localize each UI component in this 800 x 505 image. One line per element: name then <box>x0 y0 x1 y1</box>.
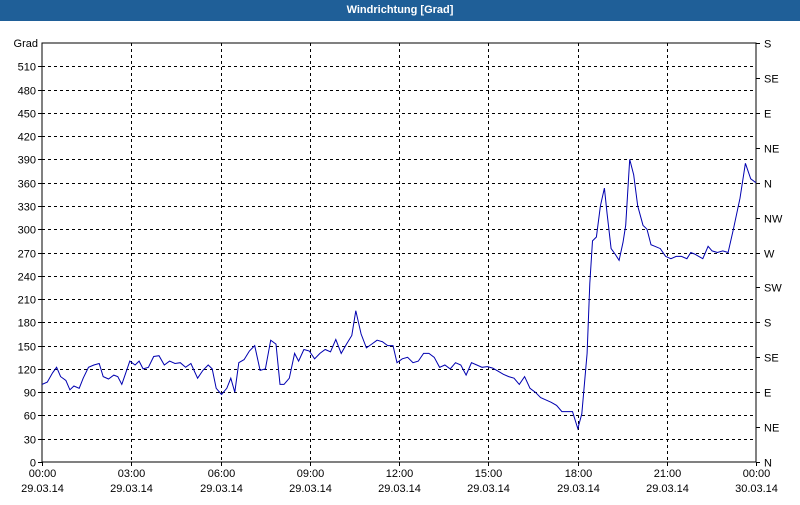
right-tick-label: SE <box>764 353 779 365</box>
x-tick-date: 30.03.14 <box>735 483 778 495</box>
right-tick-label: E <box>764 109 771 121</box>
chart-window: Windrichtung [Grad] 0 30 60 90 120 150 180 210 2… <box>0 0 800 500</box>
x-tick-date: 29.03.14 <box>289 483 332 495</box>
y-tick-label: 210 <box>18 295 36 307</box>
y-tick-label: 270 <box>18 249 36 261</box>
y-tick-label: 300 <box>18 225 36 237</box>
x-tick-time: 09:00 <box>297 468 325 480</box>
y-tick-label: 90 <box>24 388 36 400</box>
x-tick-time: 15:00 <box>475 468 503 480</box>
y-tick-label: 180 <box>18 318 36 330</box>
right-tick-label: SE <box>764 74 779 86</box>
x-tick-time: 00:00 <box>29 468 57 480</box>
right-tick-label: SW <box>764 283 782 295</box>
x-tick-time: 06:00 <box>208 468 236 480</box>
x-tick-time: 21:00 <box>654 468 682 480</box>
y-tick-label: 360 <box>18 179 36 191</box>
x-tick-date: 29.03.14 <box>646 483 689 495</box>
x-tick-date: 29.03.14 <box>110 483 153 495</box>
y-tick-label: 480 <box>18 86 36 98</box>
wind-direction-chart: 0306090120150180210240270300330360390420… <box>14 38 783 495</box>
x-tick-time: 03:00 <box>118 468 146 480</box>
y-tick-label: 30 <box>24 435 36 447</box>
right-tick-label: S <box>764 39 771 51</box>
right-tick-label: NE <box>764 144 779 156</box>
y-tick-label: 240 <box>18 272 36 284</box>
y-tick-label: 120 <box>18 365 36 377</box>
x-tick-time: 12:00 <box>386 468 414 480</box>
x-tick-date: 29.03.14 <box>557 483 600 495</box>
y-axis-label: Grad <box>14 38 38 50</box>
x-tick-time: 18:00 <box>565 468 593 480</box>
x-tick-time: 00:00 <box>743 468 771 480</box>
right-tick-label: E <box>764 388 771 400</box>
y-tick-label: 390 <box>18 155 36 167</box>
right-tick-label: S <box>764 318 771 330</box>
x-tick-date: 29.03.14 <box>21 483 64 495</box>
right-tick-label: N <box>764 179 772 191</box>
y-tick-label: 510 <box>18 62 36 74</box>
right-tick-label: NW <box>764 214 783 226</box>
window-title: Windrichtung [Grad] <box>0 0 800 21</box>
x-tick-date: 29.03.14 <box>467 483 510 495</box>
right-tick-label: W <box>764 249 775 261</box>
y-tick-label: 330 <box>18 202 36 214</box>
chart-area: 0 30 60 90 120 150 180 210 240 270 300 330 360 390 420… <box>0 21 800 500</box>
y-tick-label: 60 <box>24 411 36 423</box>
y-tick-label: 450 <box>18 109 36 121</box>
y-tick-label: 150 <box>18 342 36 354</box>
y-tick-label: 420 <box>18 132 36 144</box>
x-tick-date: 29.03.14 <box>378 483 421 495</box>
right-tick-label: NE <box>764 423 779 435</box>
x-tick-date: 29.03.14 <box>200 483 243 495</box>
